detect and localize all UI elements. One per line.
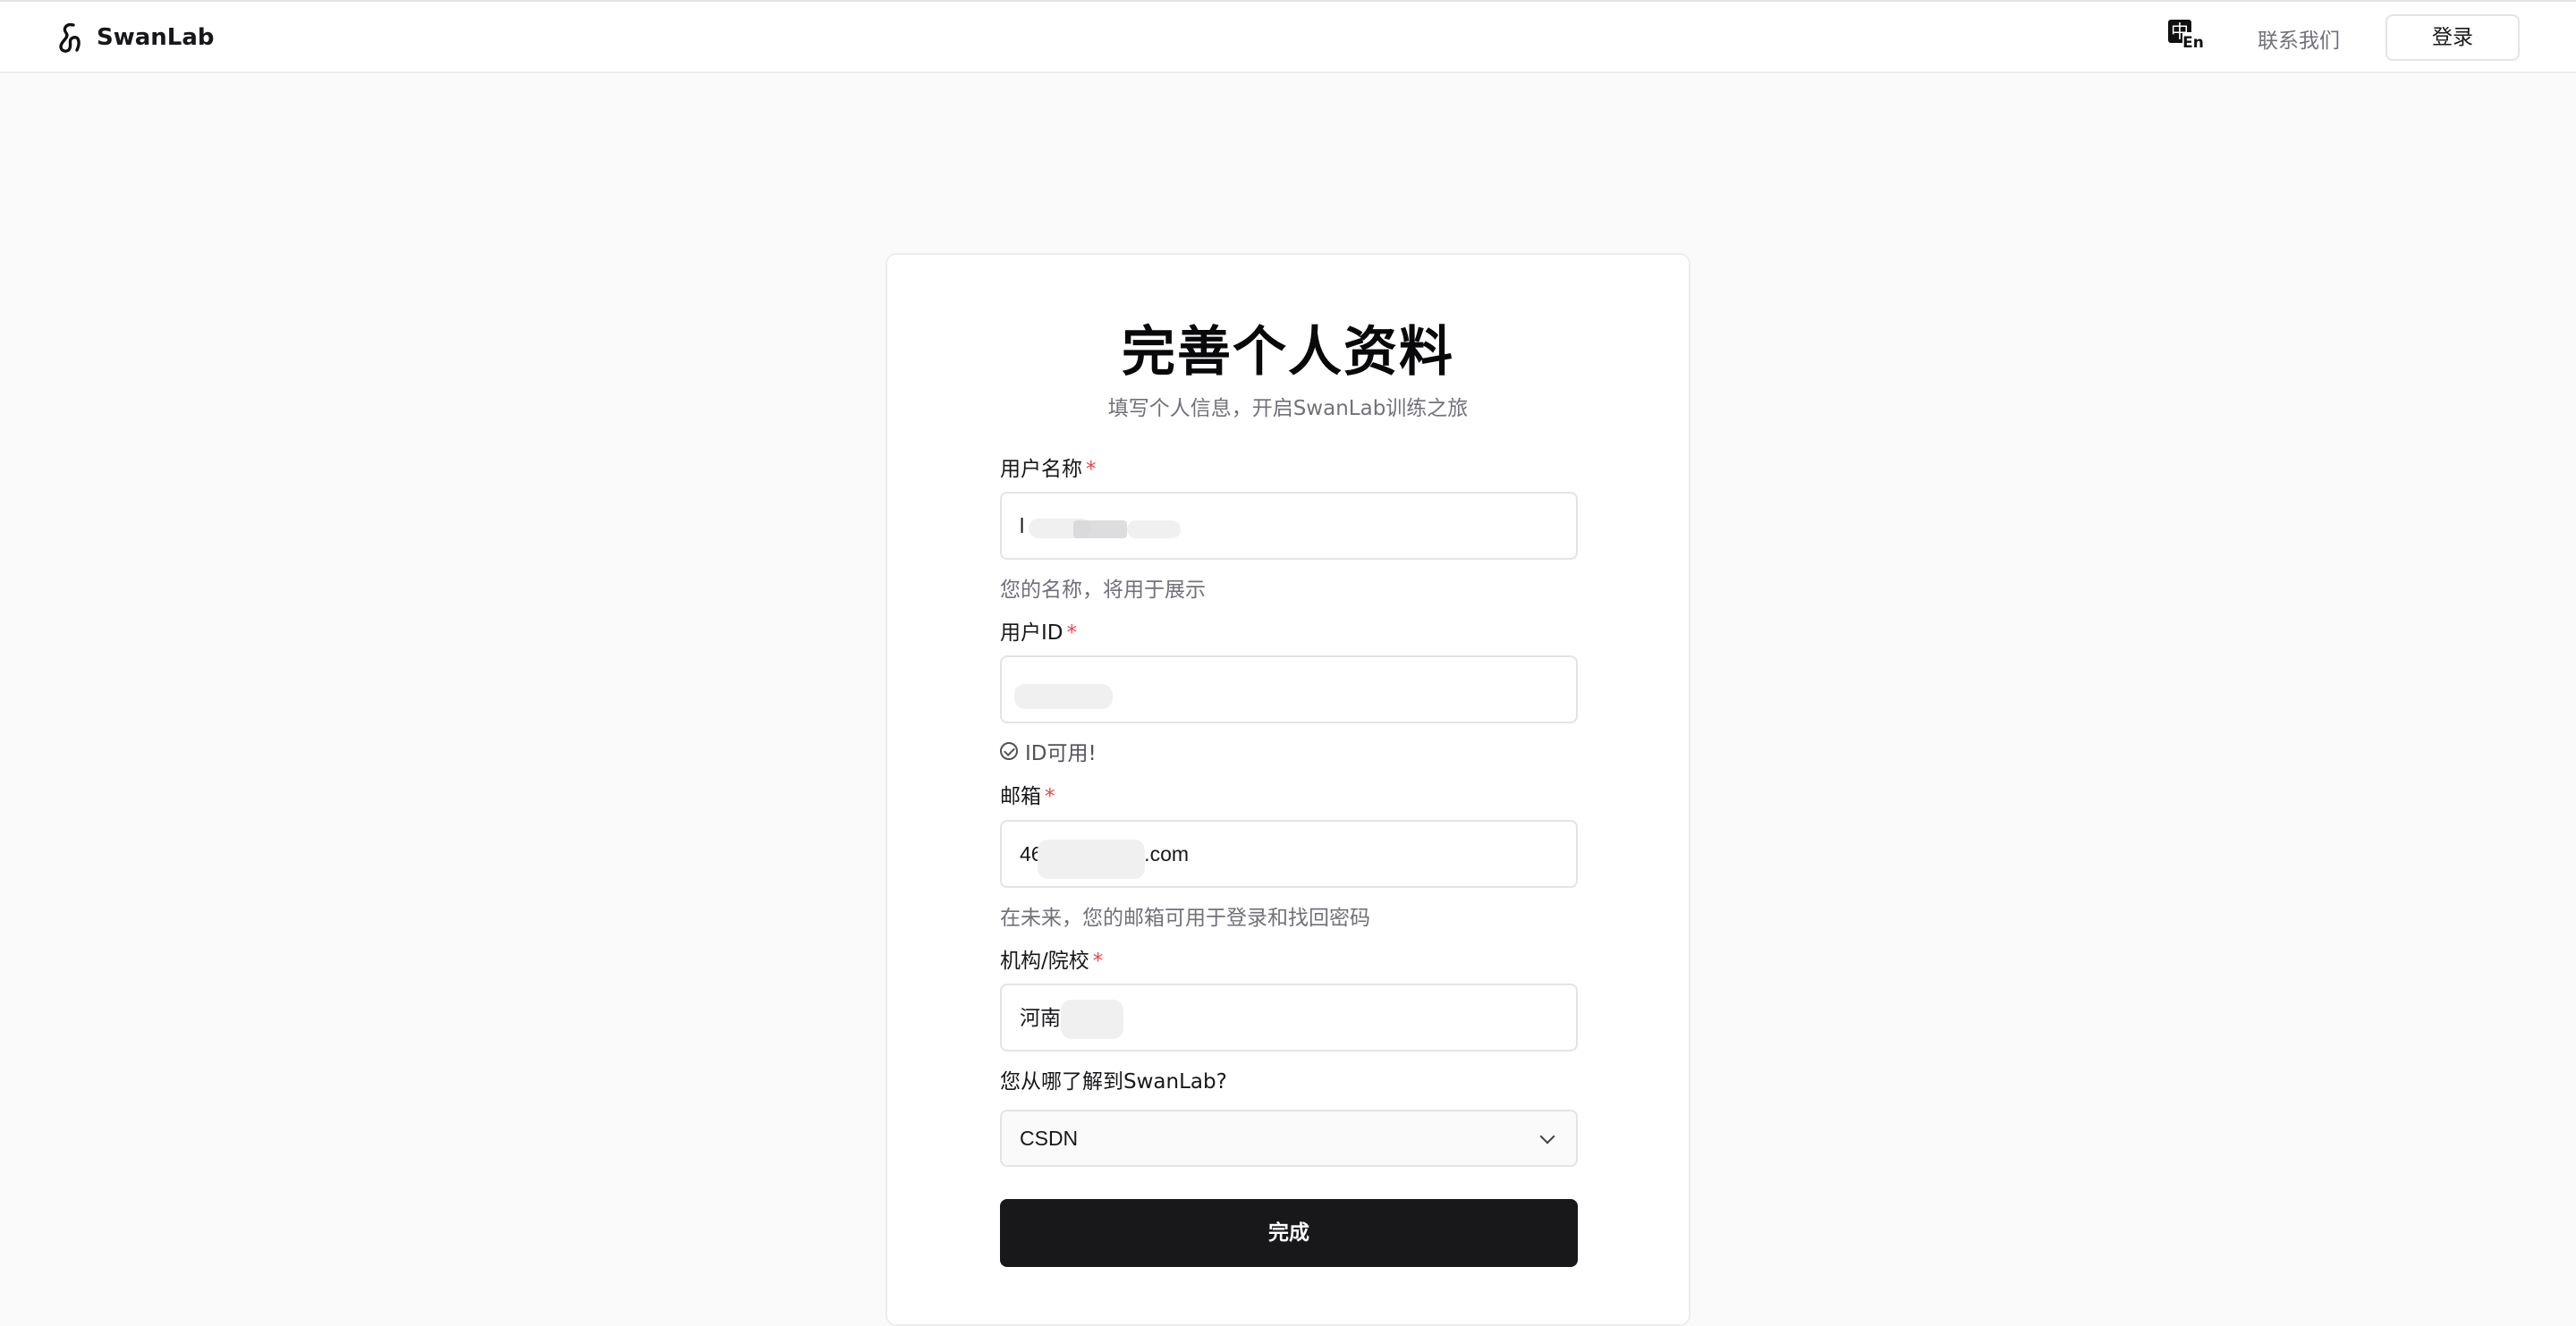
source-label: 您从哪了解到SwanLab? xyxy=(1000,1064,1227,1094)
redaction-blur xyxy=(1038,840,1145,879)
userid-label-text: 用户ID xyxy=(1000,621,1063,645)
brand-name: SwanLab xyxy=(97,24,215,51)
check-circle-icon xyxy=(1000,742,1018,760)
username-hint: 您的名称，将用于展示 xyxy=(1000,579,1206,602)
required-mark: * xyxy=(1092,950,1104,973)
submit-button[interactable]: 完成 xyxy=(1000,1199,1578,1267)
redaction-blur xyxy=(1127,520,1181,538)
source-selected-value: CSDN xyxy=(1020,1127,1079,1150)
contact-us-link[interactable]: 联系我们 xyxy=(2258,23,2340,54)
required-mark: * xyxy=(1086,458,1097,481)
email-label: 邮箱 * xyxy=(1000,779,1055,809)
source-label-text: 您从哪了解到SwanLab? xyxy=(1000,1070,1227,1094)
email-hint: 在未来，您的邮箱可用于登录和找回密码 xyxy=(1000,907,1370,930)
brand[interactable]: SwanLab xyxy=(55,20,215,55)
swanlab-logo-icon xyxy=(59,22,80,53)
language-switch-icon[interactable]: 中 En xyxy=(2165,20,2204,55)
org-label-text: 机构/院校 xyxy=(1000,950,1089,973)
username-input[interactable]: l xyxy=(1000,492,1578,560)
org-value: 河南 xyxy=(1020,1006,1061,1029)
top-navbar: SwanLab 中 En 联系我们 登录 xyxy=(0,0,2576,73)
required-mark: * xyxy=(1066,621,1078,645)
userid-input[interactable] xyxy=(1000,655,1578,723)
org-label: 机构/院校 * xyxy=(1000,943,1103,974)
lang-en-glyph: En xyxy=(2182,32,2204,54)
email-label-text: 邮箱 xyxy=(1000,785,1041,808)
page-subtitle: 填写个人信息，开启SwanLab训练之旅 xyxy=(1107,397,1469,420)
redaction-blur xyxy=(1073,520,1127,538)
userid-status: ID可用! xyxy=(1000,736,1097,766)
profile-form-card: 完善个人资料 填写个人信息，开启SwanLab训练之旅 用户名称 * l 您的名称… xyxy=(886,253,1690,1326)
userid-status-text: ID可用! xyxy=(1025,742,1097,765)
username-label-text: 用户名称 xyxy=(1000,458,1082,481)
source-select[interactable]: CSDN xyxy=(1000,1110,1578,1167)
username-label: 用户名称 * xyxy=(1000,452,1097,482)
userid-label: 用户ID * xyxy=(1000,615,1077,646)
login-button[interactable]: 登录 xyxy=(2385,14,2520,61)
page-title: 完善个人资料 xyxy=(1122,321,1454,384)
required-mark: * xyxy=(1045,785,1055,808)
redaction-blur xyxy=(1061,1000,1123,1039)
org-input[interactable]: 河南 xyxy=(1000,984,1578,1052)
username-value: l xyxy=(1020,514,1025,537)
chevron-down-icon xyxy=(1539,1128,1555,1144)
redaction-blur xyxy=(1014,684,1113,709)
email-input[interactable]: 46 qq.com xyxy=(1000,820,1578,888)
